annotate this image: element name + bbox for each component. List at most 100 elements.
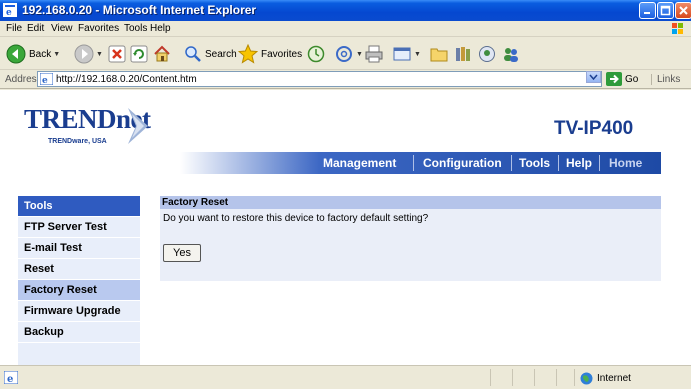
page-status-icon: e [4, 371, 18, 384]
status-divider [556, 369, 557, 386]
favorites-button[interactable]: Favorites [238, 43, 302, 65]
address-url: http://192.168.0.20/Content.htm [56, 74, 197, 85]
sidebar-header: Tools [18, 196, 140, 217]
home-button[interactable] [152, 43, 172, 65]
svg-text:e: e [42, 76, 48, 85]
history-icon [307, 45, 325, 63]
edit-page-icon [393, 47, 411, 61]
sidebar-item-firmware-upgrade[interactable]: Firmware Upgrade [18, 301, 140, 322]
back-dropdown-icon[interactable]: ▼ [53, 51, 60, 58]
folder-icon [430, 48, 448, 62]
go-arrow-icon [606, 72, 622, 86]
sidebar-item-reset[interactable]: Reset [18, 259, 140, 280]
print-icon [365, 45, 383, 63]
links-toolbar[interactable]: Links [651, 74, 680, 85]
books-icon [456, 47, 470, 61]
stop-button[interactable] [108, 43, 126, 65]
go-label: Go [625, 73, 639, 85]
minimize-icon [644, 12, 650, 14]
maximize-button[interactable] [657, 2, 674, 19]
nav-configuration[interactable]: Configuration [423, 156, 502, 170]
messenger-button[interactable] [478, 43, 496, 65]
search-button[interactable]: Search [184, 43, 237, 65]
mail-dropdown-icon[interactable]: ▼ [356, 51, 363, 58]
nav-tools[interactable]: Tools [519, 156, 550, 170]
menu-file[interactable]: File [6, 23, 22, 34]
stop-icon [108, 45, 126, 63]
messenger-icon [479, 46, 495, 62]
status-divider [574, 369, 575, 386]
refresh-button[interactable] [130, 43, 148, 65]
chevron-down-icon [589, 74, 598, 81]
top-navigation: Management Configuration Tools Help Home [0, 152, 661, 174]
nav-management[interactable]: Management [323, 156, 396, 170]
address-dropdown-button[interactable] [586, 71, 601, 83]
svg-text:e: e [6, 8, 12, 17]
status-divider [534, 369, 535, 386]
people-button[interactable] [501, 43, 521, 65]
go-button[interactable]: Go [606, 71, 638, 87]
page-content: TRENDnet TRENDware, USA TV-IP400 Managem… [0, 90, 691, 368]
factory-reset-panel: Factory Reset Do you want to restore thi… [160, 196, 661, 281]
back-label: Back [29, 48, 52, 60]
address-input[interactable]: e http://192.168.0.20/Content.htm [37, 71, 602, 87]
trendnet-logo: TRENDnet TRENDware, USA [24, 104, 151, 145]
sidebar-item-backup[interactable]: Backup [18, 322, 140, 343]
menu-edit[interactable]: Edit [27, 23, 44, 34]
nav-divider [511, 155, 512, 171]
research-button[interactable] [454, 43, 474, 65]
logo-swoosh-icon [128, 108, 148, 144]
device-model: TV-IP400 [554, 118, 634, 139]
search-icon [185, 46, 201, 62]
favorites-star-icon [238, 44, 258, 64]
discuss-button[interactable] [430, 43, 448, 65]
minimize-button[interactable] [639, 2, 656, 19]
menu-help[interactable]: Help [150, 23, 171, 34]
favorites-label: Favorites [261, 48, 303, 60]
browser-toolbar: Back ▼ ▼ Search Favorites ▼ ▼ [0, 37, 691, 70]
sidebar-item-email-test[interactable]: E-mail Test [18, 238, 140, 259]
status-divider [512, 369, 513, 386]
back-button[interactable]: Back ▼ [6, 43, 60, 65]
svg-text:e: e [7, 374, 13, 384]
security-zone: Internet [580, 372, 631, 385]
forward-dropdown-icon[interactable]: ▼ [96, 51, 103, 58]
content-right-gutter [661, 90, 691, 365]
history-button[interactable] [307, 43, 325, 65]
menu-favorites[interactable]: Favorites [78, 23, 119, 34]
print-button[interactable] [364, 43, 384, 65]
status-divider [490, 369, 491, 386]
close-button[interactable] [675, 2, 691, 19]
mail-button[interactable]: ▼ [334, 43, 363, 65]
menu-tools[interactable]: Tools [124, 23, 147, 34]
forward-arrow-icon [74, 44, 94, 64]
mail-icon [336, 46, 352, 62]
status-bar: e Internet [0, 365, 691, 389]
ie-page-icon: e [40, 73, 53, 85]
window-title: 192.168.0.20 - Microsoft Internet Explor… [22, 3, 257, 17]
home-icon [154, 45, 170, 62]
yes-button[interactable]: Yes [163, 244, 201, 262]
nav-divider [558, 155, 559, 171]
nav-divider [413, 155, 414, 171]
close-icon [679, 6, 688, 15]
search-label: Search [205, 48, 237, 60]
zone-label: Internet [597, 373, 631, 384]
address-bar: Address e http://192.168.0.20/Content.ht… [0, 70, 691, 89]
nav-divider [599, 155, 600, 171]
brand-tagline: TRENDware, USA [48, 138, 107, 145]
reset-question: Do you want to restore this device to fa… [163, 213, 429, 224]
refresh-icon [130, 45, 148, 63]
sidebar-item-ftp-server-test[interactable]: FTP Server Test [18, 217, 140, 238]
people-icon [504, 48, 518, 62]
edit-dropdown-icon[interactable]: ▼ [414, 51, 421, 58]
nav-help[interactable]: Help [566, 156, 592, 170]
window-titlebar[interactable]: e 192.168.0.20 - Microsoft Internet Expl… [0, 0, 691, 21]
windows-flag-icon [672, 23, 683, 34]
forward-button[interactable]: ▼ [74, 43, 103, 65]
edit-button[interactable]: ▼ [392, 43, 421, 65]
maximize-icon [660, 5, 671, 16]
nav-home[interactable]: Home [609, 156, 642, 170]
menu-view[interactable]: View [51, 23, 73, 34]
sidebar-item-factory-reset[interactable]: Factory Reset [18, 280, 140, 301]
